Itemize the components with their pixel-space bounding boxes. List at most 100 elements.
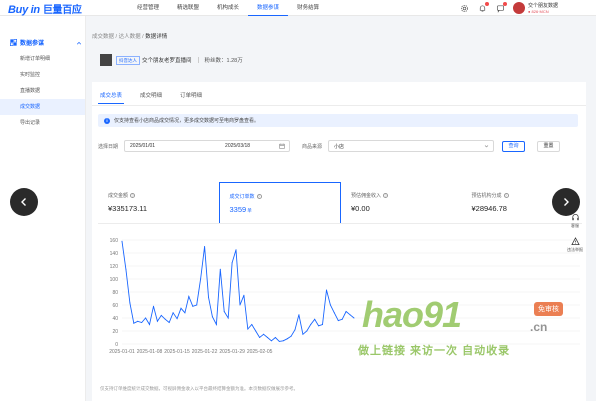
data-point (243, 294, 245, 296)
info-icon: i (104, 117, 110, 124)
y-tick-label: 20 (112, 329, 118, 335)
data-point (274, 337, 276, 338)
main-nav: 经营管理 精选联盟 机构成长 数据参谋 财务结算 (128, 0, 328, 16)
sidebar-section-data[interactable]: 数据参谋 (0, 16, 85, 47)
message-icon[interactable] (495, 2, 507, 13)
tab[interactable]: 订单明细 (178, 90, 204, 104)
data-point (168, 322, 170, 324)
data-point (129, 302, 131, 304)
float-tools: 客服 违法举报 (562, 213, 588, 261)
data-point (192, 305, 194, 307)
data-point (310, 324, 312, 325)
data-point (180, 307, 182, 309)
sidebar-item[interactable]: 直播数据 (0, 83, 85, 99)
info-notice: i 仅支持查看小店商品成交情况，更多成交数据可至电商罗盘查看。 (98, 114, 578, 127)
data-point (125, 268, 127, 270)
chevron-left-icon (21, 198, 26, 206)
data-point (294, 329, 296, 331)
nav-item[interactable]: 财务结算 (288, 0, 328, 16)
data-point (325, 289, 327, 291)
x-tick-label: 2025-01-15 (164, 349, 190, 355)
sidebar-item[interactable]: 成交数据 (0, 99, 85, 115)
sidebar-item[interactable]: 新增订单明细 (0, 51, 85, 67)
nav-item[interactable]: 精选联盟 (168, 0, 208, 16)
settings-icon[interactable] (459, 3, 469, 13)
data-point (306, 330, 308, 332)
data-point (286, 338, 288, 340)
metric-value: ¥28946.78 (471, 204, 507, 213)
data-point (200, 278, 202, 280)
data-point (211, 316, 213, 318)
bell-icon[interactable] (477, 2, 489, 13)
user-menu[interactable]: 交个朋友数据 ● 826·MCN (528, 2, 592, 14)
nav-item[interactable]: 经营管理 (128, 0, 168, 16)
watermark-badge: 免审核 (534, 302, 563, 316)
breadcrumb-item[interactable]: 成交数据 (92, 34, 114, 40)
source-select[interactable]: 小店 (328, 140, 495, 152)
report-button[interactable]: 违法举报 (562, 237, 588, 253)
data-point (353, 317, 355, 319)
help-icon[interactable]: ? (256, 194, 262, 199)
user-sub: ● 826·MCN (528, 9, 549, 14)
date-range-picker[interactable]: 2025/01/01 2025/03/18 (124, 140, 291, 152)
help-icon[interactable]: ? (503, 193, 509, 198)
data-point (133, 322, 135, 324)
date-start: 2025/01/01 (130, 143, 156, 149)
nav-item[interactable]: 数据参谋 (248, 0, 289, 16)
data-point (337, 320, 339, 322)
user-name: 交个朋友数据 (528, 3, 559, 9)
metric-card[interactable]: 预估佣金收入? ¥0.00 (341, 182, 462, 223)
breadcrumb-item[interactable]: 达人数据 (119, 34, 141, 40)
help-icon[interactable]: ? (383, 193, 389, 198)
tab[interactable]: 成交总表 (98, 90, 125, 104)
data-point (196, 304, 198, 306)
data-point (160, 314, 162, 316)
metric-card[interactable]: 成交金额? ¥335173.11 (98, 182, 219, 223)
next-image-button[interactable] (552, 188, 580, 216)
breadcrumb-current: 数据详情 (145, 34, 168, 40)
data-point (270, 340, 272, 342)
tab-bar: 成交总表 成交明细 订单明细 (98, 90, 218, 104)
prev-image-button[interactable] (10, 188, 38, 216)
filter-bar: 选择日期 2025/01/01 2025/03/18 商品来源 小店 查询 重置 (98, 140, 561, 152)
data-point (164, 318, 166, 320)
logo[interactable]: Buy in 巨量百应 (8, 1, 82, 16)
x-tick-label: 2025-01-29 (219, 349, 245, 355)
data-point (349, 314, 351, 316)
chevron-down-icon (484, 145, 489, 148)
data-point (302, 333, 304, 335)
reset-button[interactable]: 重置 (537, 140, 561, 152)
y-tick-label: 120 (110, 264, 119, 270)
data-point (263, 333, 265, 335)
shop-fans: 粉丝数：1.28万 (204, 58, 243, 64)
top-bar: Buy in 巨量百应 经营管理 精选联盟 机构成长 数据参谋 财务结算 交个朋友数据 ●… (0, 0, 596, 16)
data-point (290, 335, 292, 337)
data-point (278, 340, 280, 342)
help-icon[interactable]: ? (130, 193, 136, 198)
data-point (333, 312, 335, 314)
nav-item[interactable]: 机构成长 (208, 0, 248, 16)
data-point (266, 337, 268, 338)
data-point (251, 324, 253, 325)
chevron-right-icon (564, 198, 569, 206)
watermark-domain: .cn (530, 320, 548, 334)
avatar[interactable] (513, 2, 525, 14)
sidebar-item[interactable]: 导出记录 (0, 115, 85, 131)
metric-label: 成交订单数 (229, 194, 255, 200)
metric-card[interactable]: 成交订单数? 3359单 (218, 182, 341, 223)
data-point (152, 305, 154, 307)
data-point (259, 337, 261, 338)
notification-dot (485, 2, 489, 6)
data-point (227, 317, 229, 319)
metric-unit: 单 (247, 208, 252, 213)
data-point (231, 262, 233, 264)
tab[interactable]: 成交明细 (138, 90, 164, 104)
warning-icon (570, 237, 580, 246)
metric-label: 预估佣金收入 (351, 193, 382, 199)
sidebar-item[interactable]: 实时监控 (0, 67, 85, 83)
data-point (188, 296, 190, 298)
watermark: hao91 免审核 .cn 做上链接 来访一次 自动收录 (356, 294, 596, 374)
notification-dot (503, 2, 507, 6)
query-button[interactable]: 查询 (502, 140, 526, 152)
y-tick-label: 100 (110, 277, 119, 283)
